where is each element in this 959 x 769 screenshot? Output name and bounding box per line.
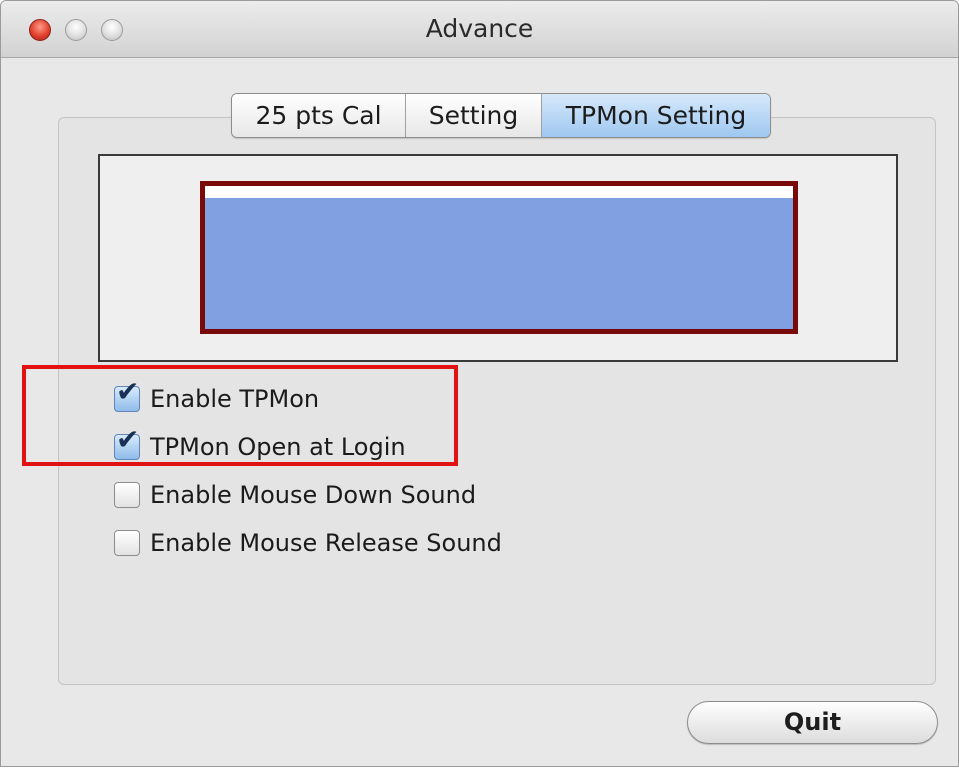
mouse-release-sound-option[interactable]: Enable Mouse Release Sound xyxy=(114,526,502,560)
checkmark-icon: ✔ xyxy=(116,423,140,456)
mouse-release-sound-label: Enable Mouse Release Sound xyxy=(150,529,502,557)
open-at-login-label: TPMon Open at Login xyxy=(150,433,406,461)
tpmon-preview-box xyxy=(200,181,798,334)
tab-setting[interactable]: Setting xyxy=(406,94,542,137)
mouse-down-sound-option[interactable]: Enable Mouse Down Sound xyxy=(114,478,476,512)
quit-button[interactable]: Quit xyxy=(687,701,938,744)
tab-25-pts-cal[interactable]: 25 pts Cal xyxy=(232,94,406,137)
advance-window: Advance 25 pts Cal Setting TPMon Setting… xyxy=(0,0,959,767)
open-at-login-checkbox[interactable]: ✔ xyxy=(114,426,140,460)
title-bar[interactable]: Advance xyxy=(1,1,958,58)
tpmon-preview-panel xyxy=(98,154,898,362)
mouse-down-sound-label: Enable Mouse Down Sound xyxy=(150,481,477,509)
checkmark-icon: ✔ xyxy=(116,375,140,408)
open-at-login-option[interactable]: ✔ TPMon Open at Login xyxy=(114,426,406,464)
tpmon-preview-fill xyxy=(205,198,793,329)
window-title: Advance xyxy=(425,14,534,43)
tab-tpmon-setting[interactable]: TPMon Setting xyxy=(542,94,770,137)
enable-tpmon-checkbox[interactable]: ✔ xyxy=(114,378,140,412)
enable-tpmon-option[interactable]: ✔ Enable TPMon xyxy=(114,378,320,416)
mouse-release-sound-checkbox[interactable] xyxy=(114,530,140,556)
tab-bar: 25 pts Cal Setting TPMon Setting xyxy=(231,93,771,138)
mouse-down-sound-checkbox[interactable] xyxy=(114,482,140,508)
enable-tpmon-label: Enable TPMon xyxy=(150,385,320,413)
